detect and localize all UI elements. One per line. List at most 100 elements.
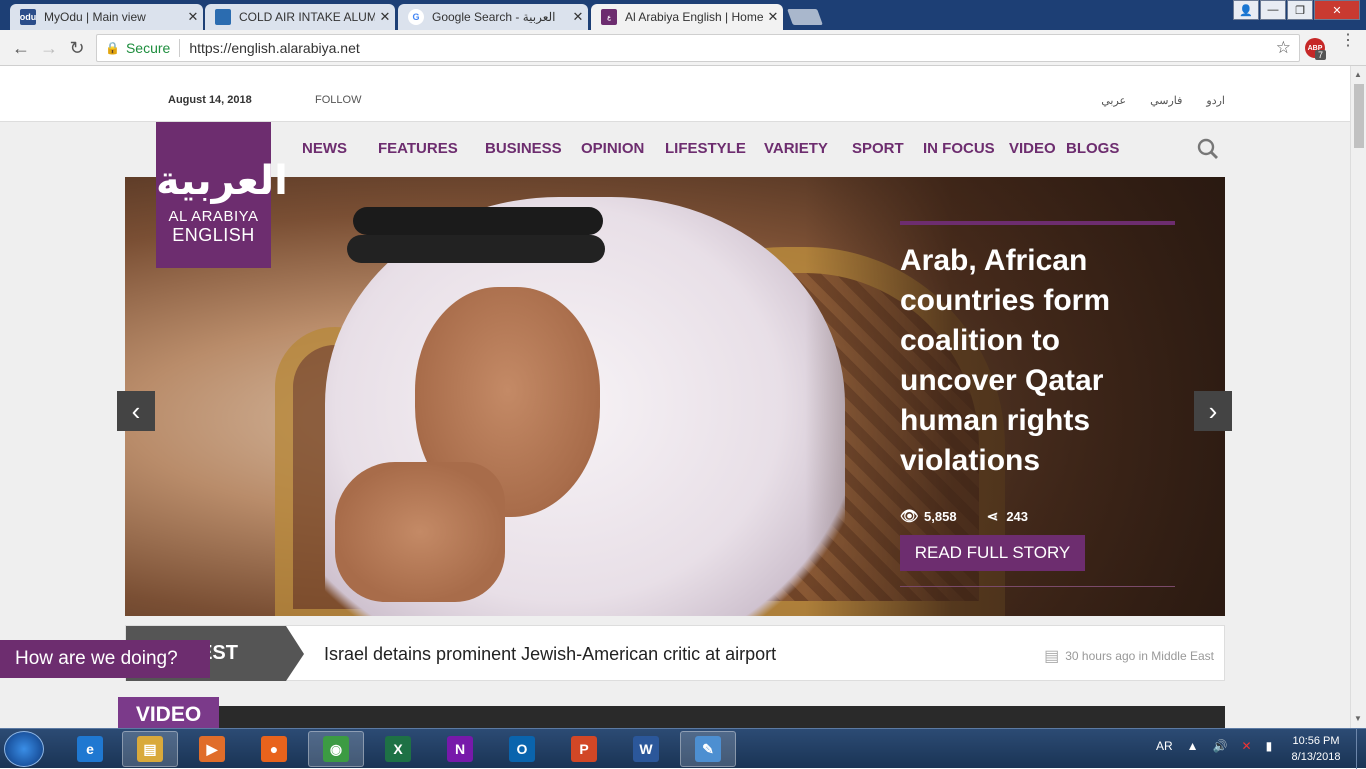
taskbar-explorer-icon[interactable]: ▤ <box>122 731 178 767</box>
tab-google-search[interactable]: G Google Search - العربية ✕ <box>398 4 588 30</box>
alarabiya-favicon-icon: ع <box>601 9 617 25</box>
logo-line2: ENGLISH <box>172 225 255 245</box>
latest-news-bar: EST Israel detains prominent Jewish-Amer… <box>125 625 1225 681</box>
share-count: 243 <box>1006 508 1029 524</box>
page-scrollbar[interactable]: ▲ ▼ <box>1350 66 1366 728</box>
forward-arrow-icon[interactable]: → <box>38 37 60 59</box>
powerpoint-glyph: P <box>571 736 597 762</box>
network-icon[interactable]: ✕ <box>1242 739 1252 753</box>
taskbar-paint-icon[interactable]: ✎ <box>680 731 736 767</box>
back-arrow-icon[interactable]: ← <box>10 37 32 59</box>
scroll-thumb[interactable] <box>1354 84 1364 148</box>
nav-blogs[interactable]: BLOGS <box>1066 140 1119 157</box>
tray-expand-icon[interactable]: ▲ <box>1187 739 1199 753</box>
hero-headline[interactable]: Arab, African countries form coalition t… <box>900 241 1160 481</box>
minimize-button[interactable]: — <box>1260 0 1286 20</box>
explorer-glyph: ▤ <box>137 736 163 762</box>
taskbar-firefox-icon[interactable]: ● <box>246 731 302 767</box>
nav-lifestyle[interactable]: LIFESTYLE <box>665 140 746 157</box>
nav-business[interactable]: BUSINESS <box>485 140 562 157</box>
outlook-glyph: O <box>509 736 535 762</box>
nav-in-focus[interactable]: IN FOCUS <box>923 140 995 157</box>
user-icon[interactable]: 👤 <box>1233 0 1259 20</box>
next-slide-arrow-icon[interactable]: › <box>1194 391 1232 431</box>
nav-opinion[interactable]: OPINION <box>581 140 644 157</box>
taskbar-chrome-icon[interactable]: ◉ <box>308 731 364 767</box>
clock-date: 8/13/2018 <box>1291 751 1341 763</box>
clock[interactable]: 10:56 PM 8/13/2018 <box>1282 733 1350 765</box>
close-window-button[interactable]: ✕ <box>1314 0 1360 20</box>
lang-arabic-link[interactable]: عربي <box>1101 94 1126 107</box>
store-favicon-icon <box>215 9 231 25</box>
logo-line1: AL ARABIYA <box>168 208 259 225</box>
lang-farsi-link[interactable]: فارسي <box>1150 94 1182 107</box>
scroll-up-icon[interactable]: ▲ <box>1354 70 1362 79</box>
address-bar[interactable]: 🔒 Secure https://english.alarabiya.net ☆ <box>96 34 1300 62</box>
paint-glyph: ✎ <box>695 736 721 762</box>
view-count: 5,858 <box>924 508 957 524</box>
video-section-bar <box>125 706 1225 728</box>
close-tab-icon[interactable]: ✕ <box>763 9 783 25</box>
word-glyph: W <box>633 736 659 762</box>
tab-title: Al Arabiya English | Home <box>625 10 763 24</box>
nav-variety[interactable]: VARIETY <box>764 140 828 157</box>
onenote-glyph: N <box>447 736 473 762</box>
current-date: August 14, 2018 <box>168 94 252 106</box>
read-full-story-button[interactable]: READ FULL STORY <box>900 535 1085 571</box>
signal-icon[interactable]: ▮ <box>1266 739 1273 753</box>
nav-video[interactable]: VIDEO <box>1009 140 1056 157</box>
extension-badge: 7 <box>1315 50 1327 60</box>
nav-news[interactable]: NEWS <box>302 140 347 157</box>
taskbar-excel-icon[interactable]: X <box>370 731 426 767</box>
tab-title: Google Search - العربية <box>432 10 556 24</box>
hero-photo-agal <box>347 235 605 263</box>
taskbar-word-icon[interactable]: W <box>618 731 674 767</box>
close-tab-icon[interactable]: ✕ <box>568 9 588 25</box>
eye-icon: 👁 <box>900 508 920 525</box>
taskbar-powerpoint-icon[interactable]: P <box>556 731 612 767</box>
tab-cold-air-intake[interactable]: COLD AIR INTAKE ALUMI ✕ <box>205 4 395 30</box>
nav-features[interactable]: FEATURES <box>378 140 458 157</box>
scroll-down-icon[interactable]: ▼ <box>1354 714 1362 723</box>
video-section-label[interactable]: VIDEO <box>118 697 219 728</box>
taskbar-onenote-icon[interactable]: N <box>432 731 488 767</box>
start-button[interactable] <box>4 731 44 767</box>
reload-icon[interactable]: ↻ <box>66 37 88 59</box>
google-favicon-icon: G <box>408 9 424 25</box>
tab-title: COLD AIR INTAKE ALUMI <box>239 10 375 24</box>
firefox-glyph: ● <box>261 736 287 762</box>
logo-arabic-text: العربية <box>156 158 288 204</box>
new-tab-button[interactable] <box>787 9 823 25</box>
feedback-button[interactable]: How are we doing? <box>0 640 210 678</box>
chrome-menu-icon[interactable]: ⋮ <box>1340 33 1356 49</box>
chrome-glyph: ◉ <box>323 736 349 762</box>
windows-taskbar: e ▤ ▶ ● ◉ X N O P W ✎ AR ▲ 🔊 ✕ ▮ 10:56 PM 8/13/201… <box>0 728 1366 769</box>
maximize-button[interactable]: ❐ <box>1287 0 1313 20</box>
taskbar-ie-icon[interactable]: e <box>62 731 118 767</box>
lang-urdu-link[interactable]: اردو <box>1206 94 1225 107</box>
latest-headline[interactable]: Israel detains prominent Jewish-American… <box>324 644 776 665</box>
volume-icon[interactable]: 🔊 <box>1213 739 1228 753</box>
close-tab-icon[interactable]: ✕ <box>183 9 203 25</box>
nav-sport[interactable]: SPORT <box>852 140 904 157</box>
language-indicator[interactable]: AR <box>1156 739 1173 753</box>
follow-link[interactable]: FOLLOW <box>315 94 361 106</box>
clock-time: 10:56 PM <box>1292 735 1340 747</box>
show-desktop-button[interactable] <box>1356 729 1366 769</box>
prev-slide-arrow-icon[interactable]: ‹ <box>117 391 155 431</box>
taskbar-outlook-icon[interactable]: O <box>494 731 550 767</box>
search-icon[interactable] <box>1197 138 1219 160</box>
latest-meta-text: 30 hours ago in Middle East <box>1065 649 1214 663</box>
hero-divider <box>900 586 1175 587</box>
hero-slider[interactable]: Arab, African countries form coalition t… <box>125 177 1225 616</box>
close-tab-icon[interactable]: ✕ <box>375 9 395 25</box>
hero-photo-hand <box>335 462 505 602</box>
url-text[interactable]: https://english.alarabiya.net <box>189 40 359 56</box>
language-links: عربي فارسي اردو <box>1101 94 1225 107</box>
bookmark-star-icon[interactable]: ☆ <box>1276 38 1291 58</box>
taskbar-media-player-icon[interactable]: ▶ <box>184 731 240 767</box>
site-logo[interactable]: العربية AL ARABIYA ENGLISH <box>156 122 288 268</box>
tab-myodu[interactable]: odu MyOdu | Main view ✕ <box>10 4 203 30</box>
tab-al-arabiya[interactable]: ع Al Arabiya English | Home ✕ <box>591 4 783 30</box>
secure-label: Secure <box>125 40 171 56</box>
